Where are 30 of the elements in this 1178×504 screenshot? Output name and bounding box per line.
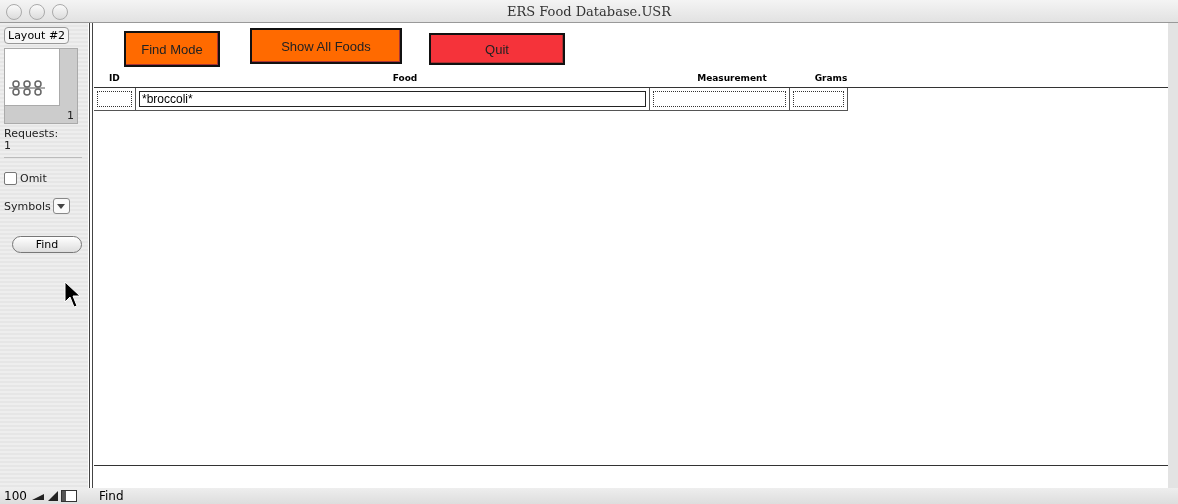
layout-button[interactable]: Quit bbox=[429, 33, 565, 65]
layout-button[interactable]: Find Mode bbox=[124, 31, 220, 67]
column-header: ID bbox=[108, 73, 121, 83]
mode-label: Find bbox=[98, 489, 125, 503]
find-field[interactable] bbox=[653, 91, 786, 107]
zoom-in-icon[interactable] bbox=[46, 490, 59, 502]
triangle-icon bbox=[57, 203, 66, 209]
layout-menu[interactable]: Layout #2 bbox=[4, 27, 70, 44]
column-header: Grams bbox=[813, 73, 849, 83]
ring-binder-icon bbox=[9, 79, 45, 97]
find-button[interactable]: Find bbox=[12, 236, 82, 253]
find-field[interactable]: *broccoli* bbox=[139, 91, 646, 107]
find-field[interactable] bbox=[793, 91, 844, 107]
symbols-dropdown[interactable] bbox=[52, 198, 70, 214]
column-header: Food bbox=[391, 73, 419, 83]
book-control[interactable]: 1 bbox=[4, 48, 78, 124]
symbols-label: Symbols bbox=[4, 199, 51, 213]
status-toggle-icon[interactable] bbox=[60, 490, 77, 502]
requests-label: Requests: bbox=[4, 128, 59, 140]
column-header: Measurement bbox=[696, 73, 768, 83]
requests-count: 1 bbox=[4, 140, 12, 152]
page-number: 1 bbox=[67, 109, 74, 122]
zoom-out-icon[interactable] bbox=[30, 491, 45, 501]
window-title: ERS Food Database.USR bbox=[506, 3, 672, 19]
find-field[interactable] bbox=[97, 91, 132, 107]
layout-button[interactable]: Show All Foods bbox=[250, 28, 402, 64]
mouse-pointer-icon bbox=[64, 281, 82, 309]
zoom-level[interactable]: 100 bbox=[4, 489, 27, 503]
omit-checkbox[interactable] bbox=[4, 172, 17, 185]
omit-label: Omit bbox=[20, 172, 47, 185]
